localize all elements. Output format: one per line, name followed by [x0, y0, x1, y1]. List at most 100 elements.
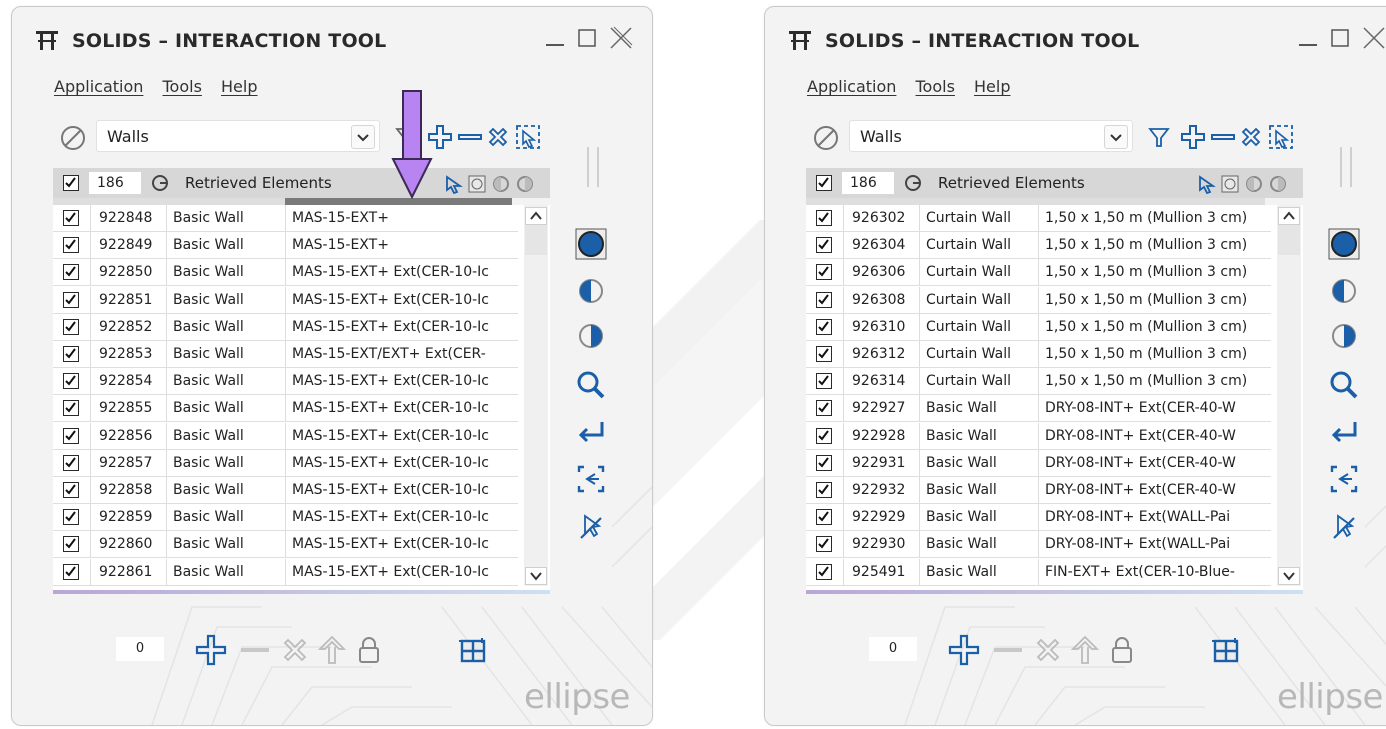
table-row[interactable]: 922928 Basic Wall DRY-08-INT+ Ext(CER-40-W	[806, 422, 1271, 450]
circle-icon[interactable]	[1244, 174, 1264, 194]
scroll-up-button[interactable]	[1278, 207, 1300, 225]
chevron-down-icon[interactable]	[351, 125, 375, 149]
half-circle-icon[interactable]	[1268, 174, 1288, 194]
isolate-right-icon[interactable]	[575, 320, 607, 352]
cross-icon[interactable]	[1237, 123, 1265, 151]
box-icon[interactable]	[467, 174, 487, 194]
filter-icon[interactable]	[1145, 123, 1173, 151]
minimize-icon[interactable]	[540, 23, 570, 53]
row-checkbox[interactable]	[816, 427, 832, 444]
row-checkbox[interactable]	[63, 482, 79, 498]
vertical-scrollbar[interactable]	[524, 205, 548, 586]
table-row[interactable]: 926306 Curtain Wall 1,50 x 1,50 m (Mullion…	[806, 259, 1271, 287]
select-frame-icon[interactable]	[575, 463, 607, 495]
maximize-icon[interactable]	[572, 23, 602, 53]
row-checkbox[interactable]	[816, 454, 832, 471]
select-in-view-icon[interactable]	[1267, 123, 1295, 151]
title-bar[interactable]: SOLIDS – INTERACTION TOOL	[765, 7, 1386, 67]
clear-icon[interactable]	[278, 633, 312, 667]
table-row[interactable]: 922859 Basic Wall MAS-15-EXT+ Ext(CER-10-I…	[53, 504, 518, 532]
row-checkbox[interactable]	[816, 210, 832, 226]
table-row[interactable]: 922852 Basic Wall MAS-15-EXT+ Ext(CER-10-I…	[53, 313, 518, 341]
no-filter-icon[interactable]	[811, 123, 841, 153]
scroll-up-button[interactable]	[525, 207, 547, 225]
menu-application[interactable]: Application	[54, 77, 143, 96]
scroll-thumb[interactable]	[1278, 225, 1300, 255]
zoom-icon[interactable]	[1328, 369, 1360, 401]
row-checkbox[interactable]	[63, 264, 79, 281]
row-checkbox[interactable]	[816, 482, 832, 498]
select-frame-icon[interactable]	[1328, 463, 1360, 495]
scroll-thumb[interactable]	[525, 225, 547, 255]
pointer-icon[interactable]	[1196, 174, 1216, 194]
table-row[interactable]: 926312 Curtain Wall 1,50 x 1,50 m (Mullion…	[806, 341, 1271, 368]
row-checkbox[interactable]	[63, 210, 79, 226]
row-checkbox[interactable]	[63, 373, 79, 390]
menu-application[interactable]: Application	[807, 77, 896, 96]
row-checkbox[interactable]	[63, 346, 79, 362]
table-row[interactable]: 922854 Basic Wall MAS-15-EXT+ Ext(CER-10-I…	[53, 368, 518, 396]
table-row[interactable]: 922929 Basic Wall DRY-08-INT+ Ext(WALL-Pai	[806, 504, 1271, 532]
menu-tools[interactable]: Tools	[163, 77, 202, 96]
panel-splitter[interactable]	[587, 147, 599, 187]
row-checkbox[interactable]	[816, 509, 832, 526]
isolate-full-icon[interactable]	[1328, 228, 1360, 260]
no-filter-icon[interactable]	[58, 123, 88, 153]
row-checkbox[interactable]	[816, 563, 832, 580]
category-select[interactable]: Walls	[849, 120, 1133, 152]
row-checkbox[interactable]	[816, 264, 832, 281]
maximize-icon[interactable]	[1325, 23, 1355, 53]
table-row[interactable]: 922927 Basic Wall DRY-08-INT+ Ext(CER-40-W	[806, 395, 1271, 423]
half-circle-icon[interactable]	[515, 174, 535, 194]
minimize-icon[interactable]	[1293, 23, 1323, 53]
table-row[interactable]: 926310 Curtain Wall 1,50 x 1,50 m (Mullion…	[806, 313, 1271, 341]
row-checkbox[interactable]	[816, 346, 832, 362]
refresh-icon[interactable]	[151, 174, 169, 192]
table-row[interactable]: 922858 Basic Wall MAS-15-EXT+ Ext(CER-10-I…	[53, 477, 518, 504]
box-icon[interactable]	[1220, 174, 1240, 194]
table-row[interactable]: 922932 Basic Wall DRY-08-INT+ Ext(CER-40-W	[806, 477, 1271, 504]
isolate-right-icon[interactable]	[1328, 320, 1360, 352]
row-checkbox[interactable]	[816, 318, 832, 335]
table-row[interactable]: 922855 Basic Wall MAS-15-EXT+ Ext(CER-10-I…	[53, 395, 518, 423]
cross-icon[interactable]	[484, 123, 512, 151]
table-row[interactable]: 922849 Basic Wall MAS-15-EXT+	[53, 232, 518, 260]
table-row[interactable]: 922860 Basic Wall MAS-15-EXT+ Ext(CER-10-I…	[53, 531, 518, 559]
add-icon[interactable]	[194, 633, 228, 667]
section-box-icon[interactable]	[456, 633, 490, 667]
row-checkbox[interactable]	[63, 427, 79, 444]
row-checkbox[interactable]	[63, 318, 79, 335]
title-bar[interactable]: SOLIDS – INTERACTION TOOL	[12, 7, 652, 67]
row-checkbox[interactable]	[63, 400, 79, 417]
row-checkbox[interactable]	[816, 237, 832, 254]
isolate-left-icon[interactable]	[1328, 275, 1360, 307]
table-row[interactable]: 922930 Basic Wall DRY-08-INT+ Ext(WALL-Pai	[806, 531, 1271, 559]
row-checkbox[interactable]	[63, 454, 79, 471]
table-row[interactable]: 926302 Curtain Wall 1,50 x 1,50 m (Mullion…	[806, 205, 1271, 232]
table-row[interactable]: 922851 Basic Wall MAS-15-EXT+ Ext(CER-10-I…	[53, 286, 518, 314]
select-all-checkbox[interactable]	[816, 175, 832, 191]
minus-icon[interactable]	[1209, 123, 1237, 151]
close-icon[interactable]	[606, 23, 636, 53]
chevron-down-icon[interactable]	[1104, 125, 1128, 149]
minus-icon[interactable]	[456, 123, 484, 151]
table-row[interactable]: 922848 Basic Wall MAS-15-EXT+	[53, 205, 518, 232]
select-all-checkbox[interactable]	[63, 175, 79, 191]
return-icon[interactable]	[1328, 417, 1360, 449]
row-checkbox[interactable]	[63, 536, 79, 553]
row-checkbox[interactable]	[816, 373, 832, 390]
lock-icon[interactable]	[352, 633, 386, 667]
add-icon[interactable]	[947, 633, 981, 667]
return-icon[interactable]	[575, 417, 607, 449]
row-checkbox[interactable]	[816, 536, 832, 553]
clear-icon[interactable]	[1031, 633, 1065, 667]
table-row[interactable]: 922857 Basic Wall MAS-15-EXT+ Ext(CER-10-I…	[53, 449, 518, 477]
table-row[interactable]: 922856 Basic Wall MAS-15-EXT+ Ext(CER-10-I…	[53, 422, 518, 450]
isolate-full-icon[interactable]	[575, 228, 607, 260]
table-row[interactable]: 922931 Basic Wall DRY-08-INT+ Ext(CER-40-W	[806, 449, 1271, 477]
up-icon[interactable]	[1068, 633, 1102, 667]
table-row[interactable]: 926304 Curtain Wall 1,50 x 1,50 m (Mullion…	[806, 232, 1271, 260]
category-select[interactable]: Walls	[96, 120, 380, 152]
table-row[interactable]: 926308 Curtain Wall 1,50 x 1,50 m (Mullion…	[806, 286, 1271, 314]
isolate-left-icon[interactable]	[575, 275, 607, 307]
